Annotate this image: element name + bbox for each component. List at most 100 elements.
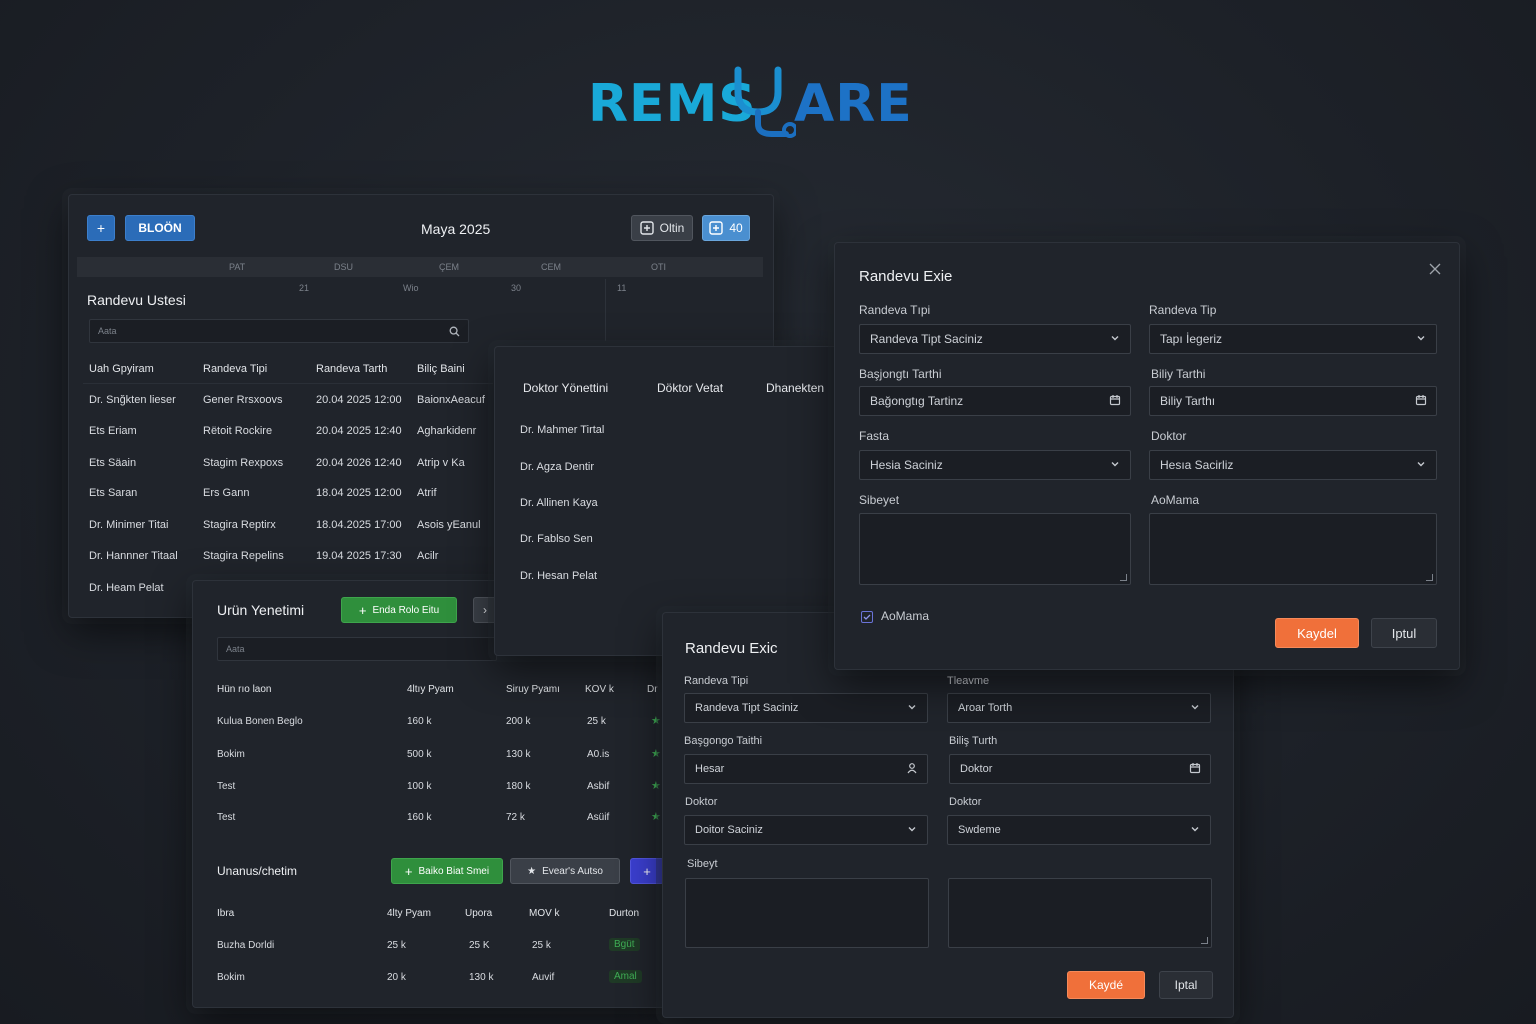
star-icon[interactable]: ★ [651, 810, 661, 823]
bloon-button[interactable]: BLOÖN [125, 215, 195, 241]
patient-search-input[interactable]: Hesar [684, 754, 928, 784]
cancel-button[interactable]: Iptul [1371, 618, 1437, 648]
doctor-list-item[interactable]: Dr. Allinen Kaya [520, 497, 598, 509]
count-button[interactable]: 40 [702, 215, 750, 241]
doctor-select[interactable]: Doitor Saciniz [684, 815, 928, 845]
note-textarea[interactable] [685, 878, 929, 948]
field-label: Fasta [859, 429, 890, 443]
cancel-button[interactable]: Iptal [1159, 971, 1213, 999]
star-icon: ★ [527, 865, 537, 877]
column-header: 4lty Pyam [387, 908, 431, 919]
cell: 100 k [407, 781, 432, 792]
note-textarea-secondary[interactable] [1149, 513, 1437, 585]
note-textarea-secondary[interactable] [948, 878, 1212, 948]
star-icon[interactable]: ★ [651, 747, 661, 760]
add-product-button[interactable]: + Enda Rolo Eitu [341, 597, 457, 623]
input-value: Biliy Tarthı [1160, 394, 1216, 408]
status-badge: Amal [609, 970, 642, 983]
select-value: Hesia Saciniz [870, 458, 943, 472]
doctor-list-item[interactable]: Dr. Agza Dentir [520, 461, 594, 473]
purple-add-button[interactable]: + [630, 858, 664, 884]
favourite-button[interactable]: ★ Evear's Autso [510, 858, 620, 884]
calendar-day[interactable]: 30 [511, 283, 521, 293]
tab-doctor-management[interactable]: Doktor Yönettini [523, 381, 608, 395]
cell: 20.04 2026 12:40 [316, 457, 402, 469]
cell: 18.04.2025 17:00 [316, 519, 402, 531]
resize-handle[interactable] [1201, 937, 1208, 944]
chevron-down-icon [1417, 462, 1425, 467]
cell: Rëtoit Rockire [203, 425, 273, 437]
end-date-input[interactable]: Doktor [949, 754, 1211, 784]
column-header: Durton [609, 908, 640, 919]
input-value: Bağongtıg Tartinz [870, 394, 964, 408]
cell: Dr. Heam Pelat [89, 582, 164, 594]
cell: Auvif [532, 972, 555, 983]
weekday-label: CEM [541, 262, 561, 272]
plus-icon: + [404, 863, 413, 879]
calendar-day[interactable]: 11 [617, 283, 626, 293]
select-value: Hesıa Sacirliz [1160, 458, 1234, 472]
field-label: Randeva Tip [1149, 303, 1217, 317]
doctor-list-item[interactable]: Dr. Hesan Pelat [520, 570, 597, 582]
secondary-add-button[interactable]: + Baiko Biat Smei [391, 858, 503, 884]
field-label: Başgongo Taithi [684, 735, 763, 747]
appointment-search-input[interactable]: Aata [89, 319, 469, 343]
appointment-type-select[interactable]: Randeva Tipt Saciniz [684, 693, 928, 723]
status-select[interactable]: Swdeme [947, 815, 1211, 845]
oltin-button[interactable]: Oltin [631, 215, 693, 241]
save-button[interactable]: Kaydel [1275, 618, 1359, 648]
close-icon[interactable] [1429, 263, 1441, 275]
type-select-secondary[interactable]: Tapı İegeriz [1149, 324, 1437, 354]
favourite-label: Evear's Autso [542, 865, 603, 877]
secondary-add-label: Baiko Biat Smei [418, 865, 490, 877]
cell: Ets Säain [89, 457, 137, 469]
column-header: Uah Gpyiram [89, 363, 154, 375]
select-value: Tapı İegeriz [1160, 332, 1223, 346]
modal-title: Randevu Exie [859, 268, 953, 285]
field-label: AoMama [1151, 493, 1200, 507]
field-label: Doktor [1151, 429, 1187, 443]
doctor-select[interactable]: Hesıa Sacirliz [1149, 450, 1437, 480]
appointment-time-select[interactable]: Aroar Torth [947, 693, 1211, 723]
cell: Dr. Hannner Titaal [89, 550, 178, 562]
column-header: KOV k [585, 684, 614, 695]
column-header: Dr [647, 684, 658, 695]
save-button[interactable]: Kaydé [1067, 971, 1145, 999]
select-value: Swdeme [958, 824, 1001, 836]
input-value: Doktor [960, 763, 993, 775]
column-header: Ibra [217, 908, 235, 919]
chevron-down-icon [908, 705, 916, 710]
calendar-day[interactable]: Wio [403, 283, 419, 293]
modal-title: Randevu Exic [685, 640, 778, 657]
column-header: Randeva Tarth [316, 363, 388, 375]
appointment-edit-modal-right: Randevu Exie Randeva Tıpi Randeva Tipt S… [834, 242, 1460, 670]
note-textarea[interactable] [859, 513, 1131, 585]
tab-dhanekten[interactable]: Dhanekten [766, 381, 824, 395]
input-value: Hesar [695, 763, 725, 775]
appointment-type-select[interactable]: Randeva Tipt Saciniz [859, 324, 1131, 354]
chevron-icon: › [483, 603, 487, 617]
doctor-list-item[interactable]: Dr. Mahmer Tirtal [520, 424, 604, 436]
patient-select[interactable]: Hesia Saciniz [859, 450, 1131, 480]
product-panel-title: Urün Yenetimi [217, 602, 305, 618]
add-appointment-button[interactable]: + [87, 215, 115, 241]
row-divider [83, 383, 493, 384]
cell: Kulua Bonen Beglo [217, 716, 303, 727]
weekday-label: OTI [651, 262, 666, 272]
calendar-day[interactable]: 21 [299, 283, 309, 293]
cell: 25 K [469, 940, 490, 951]
field-label: Sibeyet [859, 493, 900, 507]
weekday-label: PAT [229, 262, 246, 272]
star-icon[interactable]: ★ [651, 779, 661, 792]
cell: 200 k [506, 716, 531, 727]
checkbox[interactable] [861, 611, 873, 623]
resize-handle[interactable] [1426, 574, 1433, 581]
tab-doctor-detail[interactable]: Döktor Vetat [657, 381, 723, 395]
start-date-input[interactable]: Bağongtıg Tartinz [859, 386, 1131, 416]
resize-handle[interactable] [1120, 574, 1127, 581]
doctor-list-item[interactable]: Dr. Fablso Sen [520, 533, 593, 545]
cell: Gener Rrsxoovs [203, 394, 283, 406]
star-icon[interactable]: ★ [651, 714, 661, 727]
product-search-input[interactable]: Aata [217, 637, 497, 661]
end-date-input[interactable]: Biliy Tarthı [1149, 386, 1437, 416]
